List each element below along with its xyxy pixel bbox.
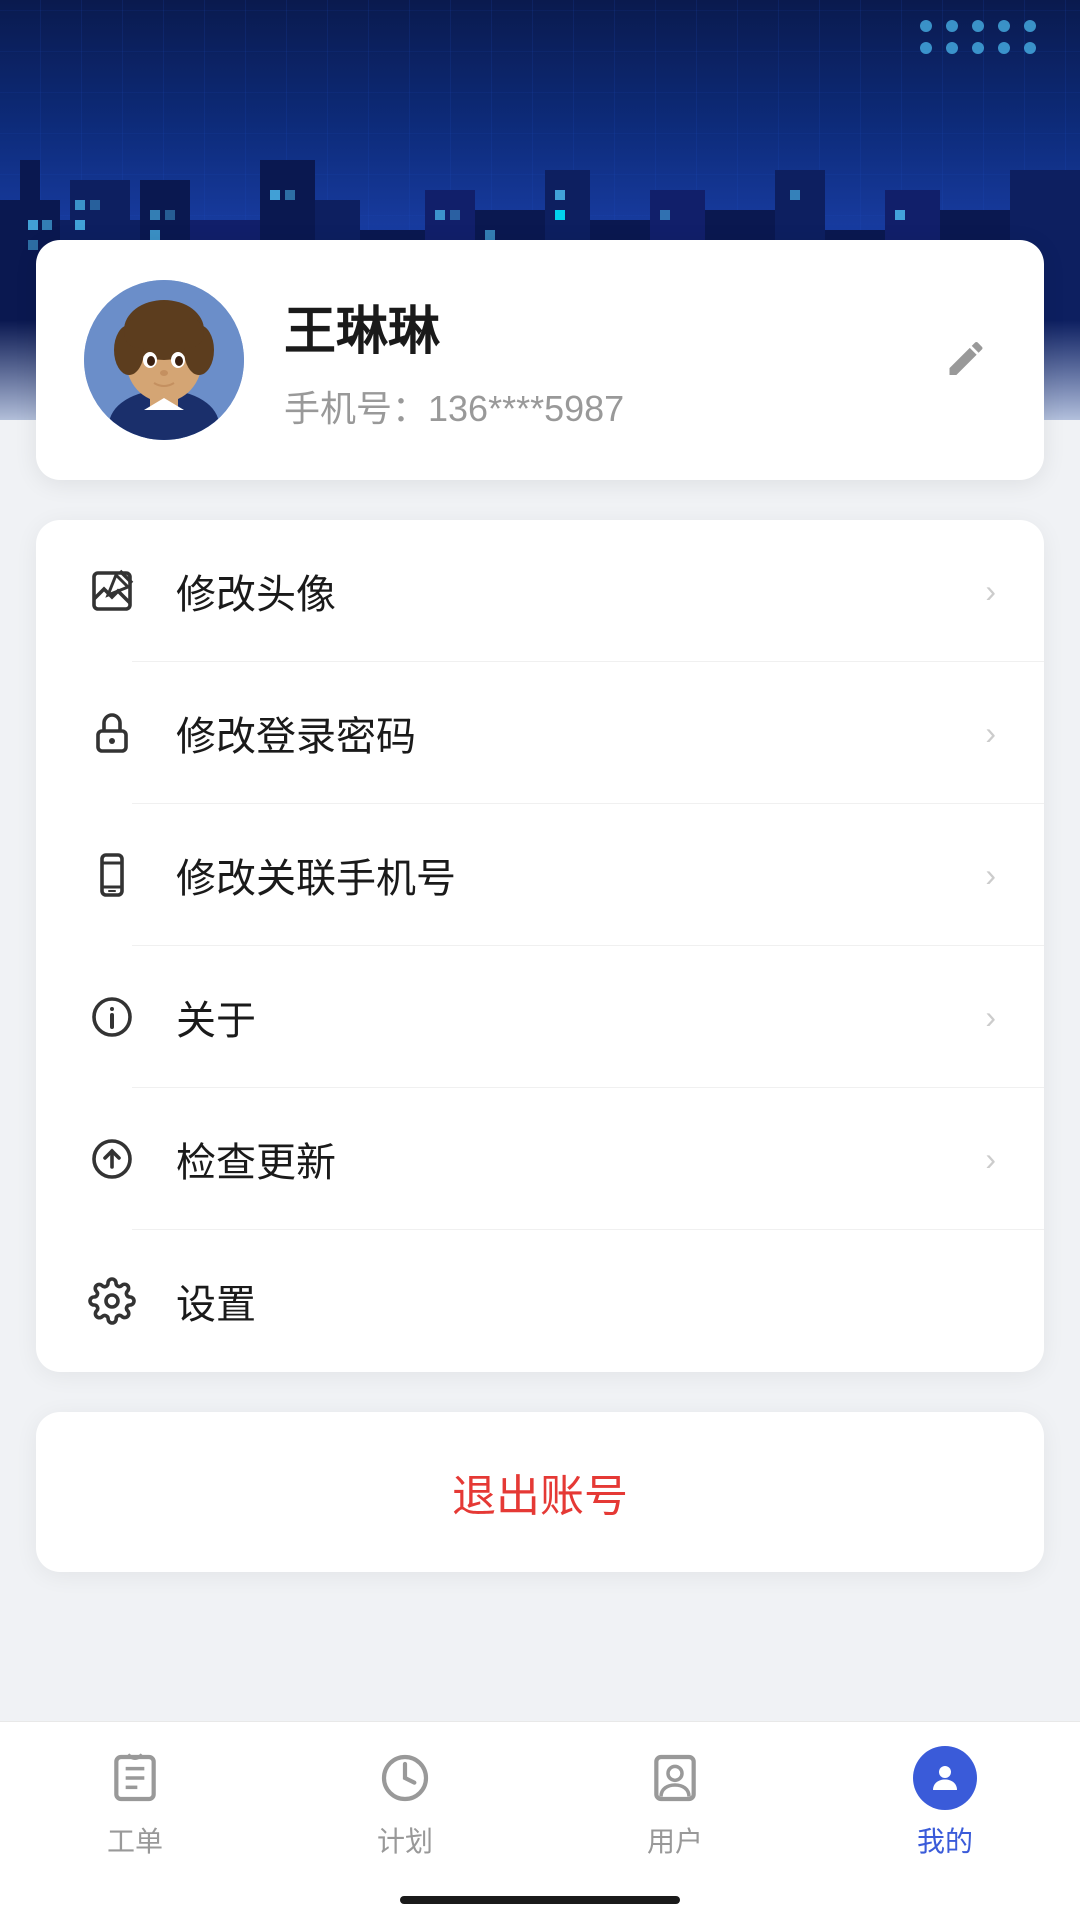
nav-item-workorder[interactable]: 工单 (0, 1746, 270, 1860)
menu-label-change-avatar: 修改头像 (176, 562, 985, 620)
nav-label-plan: 计划 (377, 1820, 433, 1860)
bottom-nav: 工单 计划 用户 (0, 1721, 1080, 1920)
lock-icon (84, 705, 140, 761)
profile-phone: 手机号：136****5987 (284, 380, 996, 432)
menu-label-change-password: 修改登录密码 (176, 704, 985, 762)
profile-name: 王琳琳 (284, 289, 996, 364)
logout-button[interactable]: 退出账号 (452, 1460, 628, 1524)
gear-icon (84, 1273, 140, 1329)
nav-label-mine: 我的 (917, 1820, 973, 1860)
nav-item-mine[interactable]: 我的 (810, 1746, 1080, 1860)
chevron-right-icon-4: › (985, 999, 996, 1036)
workorder-nav-icon (103, 1746, 167, 1810)
profile-info: 王琳琳 手机号：136****5987 (284, 289, 996, 432)
upload-icon (84, 1131, 140, 1187)
menu-label-check-update: 检查更新 (176, 1130, 985, 1188)
main-content: 王琳琳 手机号：136****5987 修改头像 › (0, 0, 1080, 1920)
menu-item-change-password[interactable]: 修改登录密码 › (36, 662, 1044, 804)
mine-nav-icon (913, 1746, 977, 1810)
image-edit-icon (84, 563, 140, 619)
menu-label-settings: 设置 (176, 1272, 996, 1330)
edit-profile-button[interactable] (936, 329, 996, 392)
chevron-right-icon-3: › (985, 857, 996, 894)
avatar (84, 280, 244, 440)
nav-item-plan[interactable]: 计划 (270, 1746, 540, 1860)
phone-icon (84, 847, 140, 903)
menu-item-about[interactable]: 关于 › (36, 946, 1044, 1088)
nav-label-workorder: 工单 (107, 1820, 163, 1860)
nav-item-user[interactable]: 用户 (540, 1746, 810, 1860)
edit-icon (944, 337, 988, 381)
menu-label-about: 关于 (176, 988, 985, 1046)
info-icon (84, 989, 140, 1045)
menu-label-change-phone: 修改关联手机号 (176, 846, 985, 904)
nav-label-user: 用户 (647, 1820, 703, 1860)
profile-card: 王琳琳 手机号：136****5987 (36, 240, 1044, 480)
plan-nav-icon (373, 1746, 437, 1810)
menu-card: 修改头像 › 修改登录密码 › (36, 520, 1044, 1372)
chevron-right-icon-5: › (985, 1141, 996, 1178)
logout-card: 退出账号 (36, 1412, 1044, 1572)
menu-item-settings[interactable]: 设置 (36, 1230, 1044, 1372)
chevron-right-icon-2: › (985, 715, 996, 752)
menu-item-change-avatar[interactable]: 修改头像 › (36, 520, 1044, 662)
chevron-right-icon: › (985, 573, 996, 610)
home-indicator (400, 1896, 680, 1904)
menu-item-change-phone[interactable]: 修改关联手机号 › (36, 804, 1044, 946)
menu-item-check-update[interactable]: 检查更新 › (36, 1088, 1044, 1230)
user-nav-icon (643, 1746, 707, 1810)
